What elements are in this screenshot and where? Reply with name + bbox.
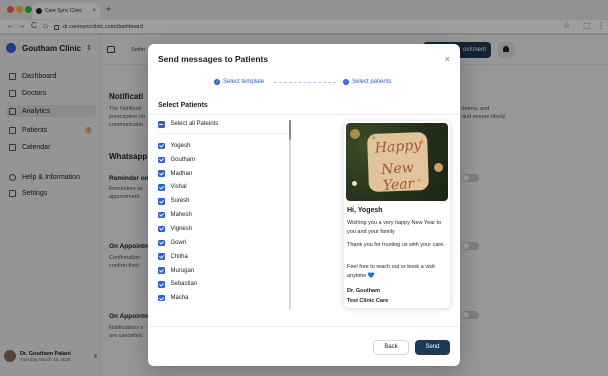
- step-label: Select patients: [352, 79, 392, 85]
- preview-signature: Test Clinic Care: [347, 298, 389, 304]
- send-button[interactable]: Send: [415, 340, 450, 355]
- step-connector: [274, 82, 336, 83]
- preview-greeting: Hi, Yogesh: [347, 207, 383, 214]
- checkbox-checked-icon[interactable]: [158, 225, 165, 233]
- checkbox-checked-icon[interactable]: [158, 170, 165, 177]
- patient-name: Suresh: [170, 198, 190, 205]
- patient-list: Yogesh Goutham Madhan Vishal Suresh Mahe…: [158, 139, 288, 305]
- checkbox-checked-icon[interactable]: [158, 281, 165, 288]
- checkbox-checked-icon[interactable]: [158, 184, 165, 191]
- check-circle-icon: ✓: [343, 79, 349, 85]
- send-messages-modal: Send messages to Patients × ✓ Select tem…: [148, 44, 460, 366]
- message-preview-card: ✦ ✦ ✦ Happy New Year Hi, Yogesh Wishing …: [344, 121, 450, 308]
- ornament-decoration: [350, 129, 360, 139]
- patient-name: Sebastian: [170, 281, 198, 288]
- checkbox-checked-icon[interactable]: [158, 142, 165, 150]
- patient-name: Chitha: [170, 253, 188, 260]
- section-title: Select Patients: [158, 102, 208, 109]
- patient-name: Murugan: [170, 267, 195, 274]
- checkbox-checked-icon[interactable]: [158, 253, 165, 260]
- patient-item[interactable]: Gowri: [158, 236, 288, 250]
- checkbox-checked-icon[interactable]: [158, 156, 165, 164]
- patient-name: Vignesh: [170, 225, 193, 232]
- step-select-template[interactable]: ✓ Select template: [214, 79, 264, 85]
- patient-item[interactable]: Suresh: [158, 194, 288, 208]
- patient-item[interactable]: Yogesh: [158, 139, 288, 153]
- patient-name: Macha: [170, 295, 189, 302]
- patient-name: Gowri: [170, 239, 187, 246]
- patient-item[interactable]: Chitha: [158, 250, 288, 264]
- patient-item[interactable]: Macha: [158, 291, 288, 305]
- checkbox-checked-icon[interactable]: [158, 239, 165, 247]
- scrollbar-thumb[interactable]: [289, 120, 291, 140]
- patient-item[interactable]: Sebastian: [158, 277, 288, 291]
- divider: [148, 326, 460, 327]
- select-all-label: Select all Pateints: [170, 121, 219, 128]
- preview-line: Thank you for trusting us with your care…: [347, 242, 445, 248]
- patient-item[interactable]: Madhan: [158, 167, 288, 181]
- scrollbar-track[interactable]: [289, 120, 291, 310]
- patient-name: Mahesh: [170, 212, 192, 219]
- image-text-new-year: New Year: [380, 159, 415, 195]
- step-label: Select template: [223, 79, 265, 85]
- checkbox-checked-icon[interactable]: [158, 294, 165, 302]
- checkbox-checked-icon[interactable]: [158, 267, 165, 274]
- patient-item[interactable]: Goutham: [158, 153, 288, 167]
- new-year-image: ✦ ✦ ✦ Happy New Year: [346, 123, 448, 201]
- ornament-decoration: [434, 163, 443, 172]
- divider: [148, 114, 460, 115]
- divider: [158, 133, 290, 134]
- preview-line: Wishing you a very happy New Year to you…: [347, 220, 442, 235]
- close-icon[interactable]: ×: [445, 54, 450, 64]
- checkbox-indeterminate-icon[interactable]: [158, 121, 165, 128]
- check-circle-icon: ✓: [214, 79, 220, 85]
- checkbox-checked-icon[interactable]: [158, 211, 165, 219]
- patient-name: Vishal: [170, 184, 187, 191]
- back-button[interactable]: Back: [373, 340, 409, 355]
- patient-item[interactable]: Vignesh: [158, 222, 288, 236]
- patient-item[interactable]: Mahesh: [158, 208, 288, 222]
- modal-title: Send messages to Patients: [158, 54, 269, 64]
- patient-item[interactable]: Murugan: [158, 264, 288, 278]
- step-select-patients[interactable]: ✓ Select patients: [343, 79, 391, 85]
- patient-name: Yogesh: [170, 142, 191, 149]
- select-all-checkbox[interactable]: Select all Pateints: [158, 121, 218, 128]
- ornament-decoration: [352, 181, 357, 186]
- patient-item[interactable]: Vishal: [158, 181, 288, 195]
- preview-line: Feel free to reach out or book a visit a…: [347, 264, 435, 279]
- checkbox-checked-icon[interactable]: [158, 198, 165, 205]
- patient-name: Goutham: [170, 156, 196, 163]
- preview-signature: Dr. Goutham: [347, 288, 381, 294]
- patient-name: Madhan: [170, 170, 193, 177]
